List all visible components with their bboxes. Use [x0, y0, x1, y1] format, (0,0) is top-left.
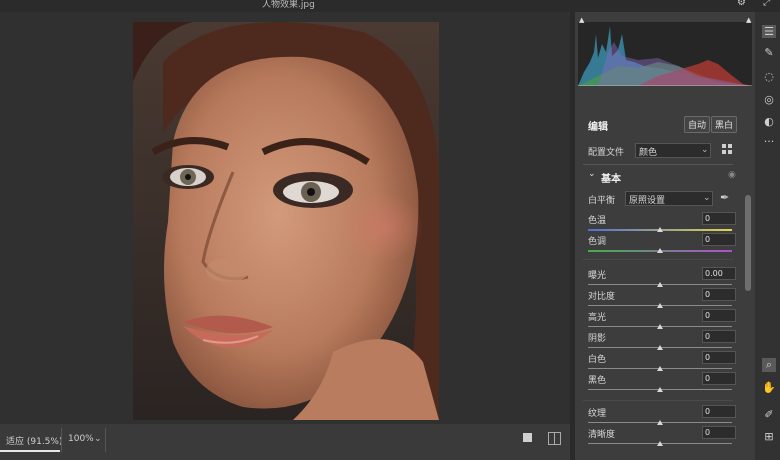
divider	[583, 259, 733, 260]
profile-label: 配置文件	[588, 148, 625, 158]
divider	[583, 164, 733, 165]
slider-value-input[interactable]: 0	[702, 372, 736, 385]
portrait-image	[133, 22, 439, 420]
slider-value-input[interactable]: 0.00	[702, 267, 736, 280]
slider-thumb[interactable]	[657, 324, 663, 329]
chevron-down-icon: ⌄	[701, 145, 709, 155]
bottom-divider	[61, 428, 62, 452]
white-balance-value: 原照设置	[629, 196, 666, 206]
document-title: 人物效果.jpg	[262, 0, 315, 10]
histogram	[578, 22, 752, 87]
slider-value-input[interactable]: 0	[702, 233, 736, 246]
slider-thumb[interactable]	[657, 282, 663, 287]
presets-icon[interactable]: ◐	[762, 115, 776, 128]
color-sampler-icon[interactable]: ✐	[762, 408, 776, 421]
slider-thumb[interactable]	[657, 345, 663, 350]
auto-button[interactable]: 自动	[684, 116, 711, 133]
visibility-eye-icon[interactable]: ◉	[728, 170, 736, 180]
divider	[583, 400, 733, 401]
edit-section-title: 编辑	[588, 122, 608, 133]
slider-thumb[interactable]	[657, 387, 663, 392]
slider-value-input[interactable]: 0	[702, 288, 736, 301]
slider-label: 黑色	[588, 376, 607, 386]
slider-value-input[interactable]: 0	[702, 309, 736, 322]
before-after-icon[interactable]	[548, 432, 561, 445]
panel-scrollbar[interactable]	[745, 195, 751, 291]
slider-value-input[interactable]: 0	[702, 212, 736, 225]
slider-thumb[interactable]	[657, 420, 663, 425]
settings-gear-icon[interactable]: ⚙	[737, 0, 746, 8]
more-icon[interactable]: ···	[762, 135, 776, 148]
highlight-clipping-icon[interactable]: ▲	[746, 16, 751, 24]
slider-label: 白色	[588, 355, 607, 365]
grid-overlay-icon[interactable]: ⊞	[762, 430, 776, 443]
slider-thumb[interactable]	[657, 248, 663, 253]
slider-value-input[interactable]: 0	[702, 351, 736, 364]
slider-label: 阴影	[588, 334, 607, 344]
slider-thumb[interactable]	[657, 441, 663, 446]
healing-brush-icon[interactable]: ✎	[762, 46, 776, 59]
slider-label: 曝光	[588, 271, 607, 281]
slider-thumb[interactable]	[657, 303, 663, 308]
slider-label: 纹理	[588, 409, 607, 419]
fit-zoom-active-indicator	[0, 450, 60, 452]
slider-label: 对比度	[588, 292, 616, 302]
white-balance-label: 白平衡	[588, 196, 616, 206]
histogram-graph	[578, 26, 752, 87]
zoom-icon[interactable]: ⌕	[762, 358, 776, 372]
fit-zoom-button[interactable]: 适应 (91.5%)	[6, 434, 62, 447]
zoom-100-button[interactable]: 100%	[68, 434, 94, 444]
slider-value-input[interactable]: 0	[702, 405, 736, 418]
slider-label: 高光	[588, 313, 607, 323]
expand-icon[interactable]: ⤢	[763, 0, 770, 8]
slider-label: 清晰度	[588, 430, 616, 440]
profile-browser-icon[interactable]	[722, 144, 733, 155]
edit-sliders-icon[interactable]: ☰	[762, 25, 776, 38]
slider-thumb[interactable]	[657, 366, 663, 371]
slider-value-input[interactable]: 0	[702, 426, 736, 439]
bottom-divider	[105, 428, 106, 452]
hand-icon[interactable]: ✋	[762, 381, 776, 394]
profile-value: 颜色	[639, 148, 658, 158]
slider-label: 色调	[588, 237, 607, 247]
slider-value-input[interactable]: 0	[702, 330, 736, 343]
photo-preview[interactable]	[133, 22, 439, 420]
basic-section-title[interactable]: 基本	[601, 170, 621, 185]
slider-label: 色温	[588, 216, 607, 226]
chevron-down-icon: ⌄	[703, 193, 711, 203]
top-bar	[0, 0, 780, 12]
mask-icon[interactable]: ◌	[762, 70, 776, 83]
red-eye-icon[interactable]: ◎	[762, 93, 776, 106]
shadow-clipping-icon[interactable]: ▲	[579, 16, 584, 24]
zoom-dropdown-chevron[interactable]: ⌄	[94, 434, 102, 444]
black-white-button[interactable]: 黑白	[711, 116, 738, 133]
collapse-chevron-icon[interactable]: ⌄	[588, 169, 596, 179]
eyedropper-icon[interactable]: ✒	[720, 191, 729, 204]
single-view-icon[interactable]	[523, 433, 532, 442]
slider-thumb[interactable]	[657, 227, 663, 232]
